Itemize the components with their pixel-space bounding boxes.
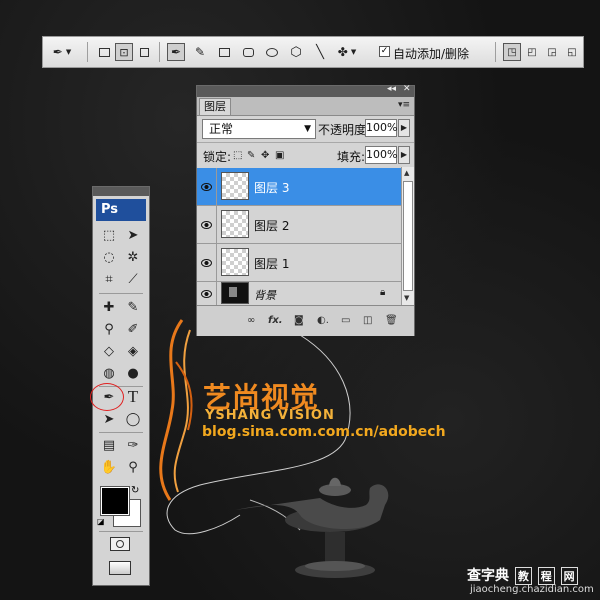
- orange-flourish: [159, 319, 184, 501]
- orange-flourish: [173, 329, 191, 493]
- watermark-char: 教: [514, 567, 532, 585]
- magic-lamp-image: [235, 477, 389, 578]
- canvas-artwork: [159, 319, 389, 578]
- orange-flourish: [175, 361, 193, 431]
- watermark-char: 网: [560, 567, 578, 585]
- watermark-main: 查字典 教 程 网: [467, 565, 578, 585]
- blog-url: blog.sina.com.com.cn/adobech: [202, 424, 446, 440]
- logo-english: YSHANG VISION: [205, 408, 335, 423]
- watermark-sub: jiaocheng.chazidian.com: [470, 584, 594, 595]
- watermark-text: 查字典: [467, 568, 509, 584]
- watermark-char: 程: [537, 567, 555, 585]
